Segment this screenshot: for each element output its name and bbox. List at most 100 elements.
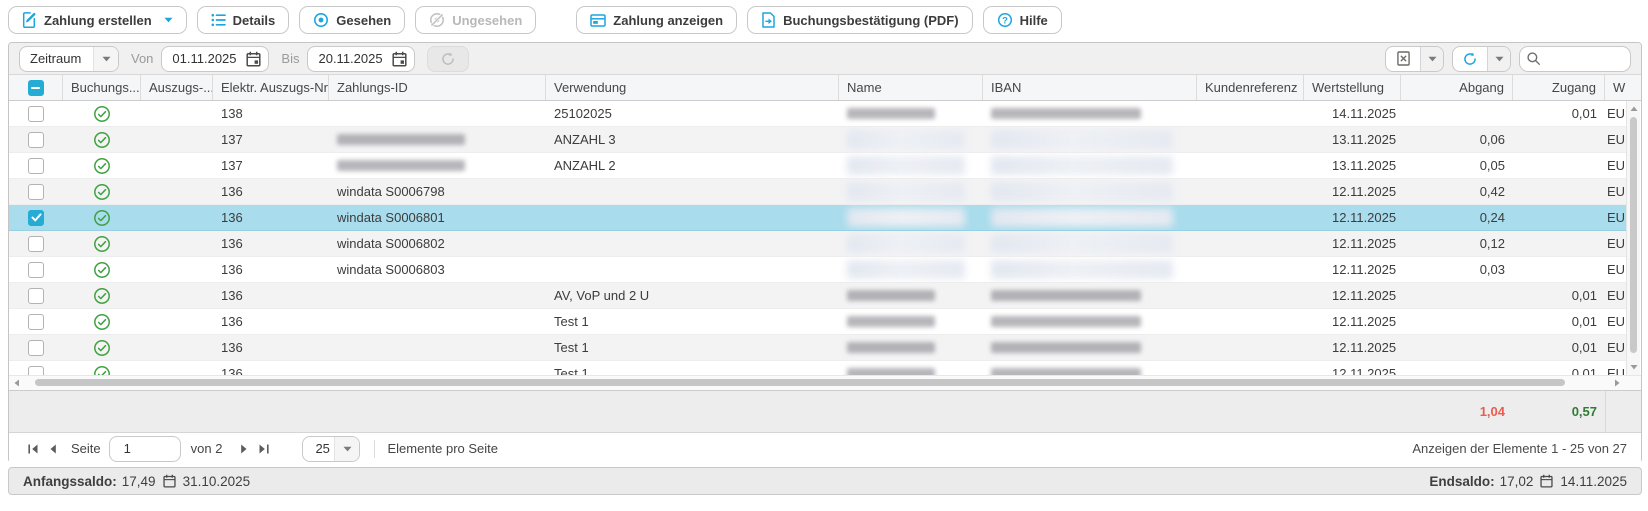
col-header-wertstellung[interactable]: Wertstellung bbox=[1304, 75, 1401, 100]
help-button[interactable]: ? Hilfe bbox=[983, 6, 1062, 34]
table-row[interactable]: 136 windata S0006803 12.11.2025 0,03 EUR bbox=[9, 257, 1627, 283]
chevron-down-icon[interactable] bbox=[93, 47, 118, 71]
table-row[interactable]: 137 ANZAHL 3 13.11.2025 0,06 EUR bbox=[9, 127, 1627, 153]
row-checkbox[interactable] bbox=[28, 210, 44, 226]
search-field[interactable] bbox=[1519, 46, 1631, 72]
cell-zugang: 0,01 bbox=[1513, 361, 1605, 375]
period-select[interactable]: Zeitraum bbox=[19, 46, 119, 72]
show-payment-button[interactable]: Zahlung anzeigen bbox=[576, 6, 737, 34]
seen-button[interactable]: Gesehen bbox=[299, 6, 405, 34]
row-checkbox[interactable] bbox=[28, 366, 44, 376]
cell-abgang bbox=[1401, 361, 1513, 375]
table-row[interactable]: 136 Test 1 12.11.2025 0,01 EUR bbox=[9, 335, 1627, 361]
cell-wertstellung: 12.11.2025 bbox=[1304, 335, 1401, 360]
row-checkbox[interactable] bbox=[28, 288, 44, 304]
calendar-icon bbox=[163, 474, 176, 488]
cell-waehrung: EUR bbox=[1605, 335, 1627, 360]
table-row[interactable]: 136 Test 1 12.11.2025 0,01 EUR bbox=[9, 361, 1627, 375]
refresh-icon bbox=[441, 52, 455, 66]
cell-wertstellung: 12.11.2025 bbox=[1304, 361, 1401, 375]
row-checkbox[interactable] bbox=[28, 158, 44, 174]
table-row[interactable]: 138 25102025 14.11.2025 0,01 EUR bbox=[9, 101, 1627, 127]
cell-auszugs bbox=[141, 283, 213, 308]
row-checkbox[interactable] bbox=[28, 262, 44, 278]
page-number-input[interactable] bbox=[109, 436, 181, 462]
redacted-text bbox=[991, 368, 1141, 375]
col-header-name[interactable]: Name bbox=[839, 75, 983, 100]
unseen-button[interactable]: Ungesehen bbox=[415, 6, 536, 34]
cell-elektr-auszugs-nr: 137 bbox=[213, 153, 329, 178]
cell-select bbox=[9, 335, 63, 360]
calendar-icon[interactable] bbox=[392, 51, 407, 67]
eye-off-icon bbox=[429, 12, 445, 28]
search-input[interactable] bbox=[1545, 50, 1629, 67]
table-row[interactable]: 136 AV, VoP und 2 U 12.11.2025 0,01 EUR bbox=[9, 283, 1627, 309]
cell-zugang bbox=[1513, 179, 1605, 204]
page-size-select[interactable]: 25 bbox=[302, 436, 360, 462]
scroll-left-icon[interactable] bbox=[11, 376, 23, 390]
scroll-down-icon[interactable] bbox=[1627, 361, 1640, 373]
col-header-kundenreferenz[interactable]: Kundenreferenz bbox=[1197, 75, 1304, 100]
table-row[interactable]: 136 windata S0006802 12.11.2025 0,12 EUR bbox=[9, 231, 1627, 257]
row-checkbox[interactable] bbox=[28, 340, 44, 356]
table-row[interactable]: 136 Test 1 12.11.2025 0,01 EUR bbox=[9, 309, 1627, 335]
help-icon: ? bbox=[997, 12, 1013, 28]
horizontal-scrollbar-thumb[interactable] bbox=[35, 379, 1565, 386]
per-page-label: Elemente pro Seite bbox=[387, 441, 498, 456]
col-header-verwendung[interactable]: Verwendung bbox=[546, 75, 839, 100]
col-header-auszugs[interactable]: Auszugs-... bbox=[141, 75, 213, 100]
cell-auszugs bbox=[141, 231, 213, 256]
vertical-scrollbar[interactable] bbox=[1626, 101, 1640, 375]
row-checkbox[interactable] bbox=[28, 184, 44, 200]
row-checkbox[interactable] bbox=[28, 236, 44, 252]
status-ok-icon bbox=[93, 157, 111, 175]
col-header-buchungs[interactable]: Buchungs... bbox=[63, 75, 141, 100]
booking-confirmation-pdf-button[interactable]: Buchungsbestätigung (PDF) bbox=[747, 6, 973, 34]
chevron-down-icon[interactable] bbox=[1420, 47, 1443, 71]
refresh-button[interactable] bbox=[1453, 47, 1487, 71]
from-date-field[interactable] bbox=[161, 46, 269, 72]
col-header-abgang[interactable]: Abgang bbox=[1401, 75, 1513, 100]
cell-iban bbox=[983, 335, 1197, 360]
first-page-icon[interactable] bbox=[23, 439, 43, 459]
row-checkbox[interactable] bbox=[28, 132, 44, 148]
redacted-text bbox=[847, 290, 935, 301]
cell-wertstellung: 12.11.2025 bbox=[1304, 283, 1401, 308]
status-ok-icon bbox=[93, 339, 111, 357]
previous-page-icon[interactable] bbox=[43, 439, 63, 459]
create-payment-button[interactable]: Zahlung erstellen bbox=[8, 6, 187, 34]
horizontal-scrollbar[interactable] bbox=[9, 375, 1641, 390]
last-page-icon[interactable] bbox=[254, 439, 274, 459]
cell-wertstellung: 12.11.2025 bbox=[1304, 309, 1401, 334]
from-date-input[interactable] bbox=[162, 51, 246, 66]
details-button[interactable]: Details bbox=[197, 6, 290, 34]
chevron-down-icon[interactable] bbox=[1487, 47, 1510, 71]
col-header-zahlungs-id[interactable]: Zahlungs-ID bbox=[329, 75, 546, 100]
excel-export-button[interactable] bbox=[1386, 47, 1420, 71]
chevron-down-icon[interactable] bbox=[164, 17, 173, 23]
cell-abgang: 0,06 bbox=[1401, 127, 1513, 152]
scroll-up-icon[interactable] bbox=[1627, 103, 1640, 115]
col-header-waehrung[interactable]: W bbox=[1605, 75, 1641, 100]
table-row[interactable]: 136 windata S0006798 12.11.2025 0,42 EUR bbox=[9, 179, 1627, 205]
cell-auszugs bbox=[141, 335, 213, 360]
col-header-iban[interactable]: IBAN bbox=[983, 75, 1197, 100]
apply-period-button[interactable] bbox=[427, 46, 469, 72]
col-header-elektr-auszugs-nr[interactable]: Elektr. Auszugs-Nr. bbox=[213, 75, 329, 100]
row-checkbox[interactable] bbox=[28, 106, 44, 122]
scroll-right-icon[interactable] bbox=[1611, 376, 1623, 390]
vertical-scrollbar-thumb[interactable] bbox=[1630, 117, 1637, 353]
to-date-input[interactable] bbox=[308, 51, 392, 66]
select-all-checkbox[interactable] bbox=[28, 80, 44, 96]
next-page-icon[interactable] bbox=[234, 439, 254, 459]
cell-zugang bbox=[1513, 205, 1605, 230]
row-checkbox[interactable] bbox=[28, 314, 44, 330]
table-row[interactable]: 137 ANZAHL 2 13.11.2025 0,05 EUR bbox=[9, 153, 1627, 179]
cell-auszugs bbox=[141, 309, 213, 334]
col-header-zugang[interactable]: Zugang bbox=[1513, 75, 1605, 100]
calendar-icon[interactable] bbox=[246, 51, 261, 67]
chevron-down-icon[interactable] bbox=[334, 437, 359, 461]
to-date-field[interactable] bbox=[307, 46, 415, 72]
cell-zahlungs-id bbox=[329, 361, 546, 375]
table-row[interactable]: 136 windata S0006801 12.11.2025 0,24 EUR bbox=[9, 205, 1627, 231]
